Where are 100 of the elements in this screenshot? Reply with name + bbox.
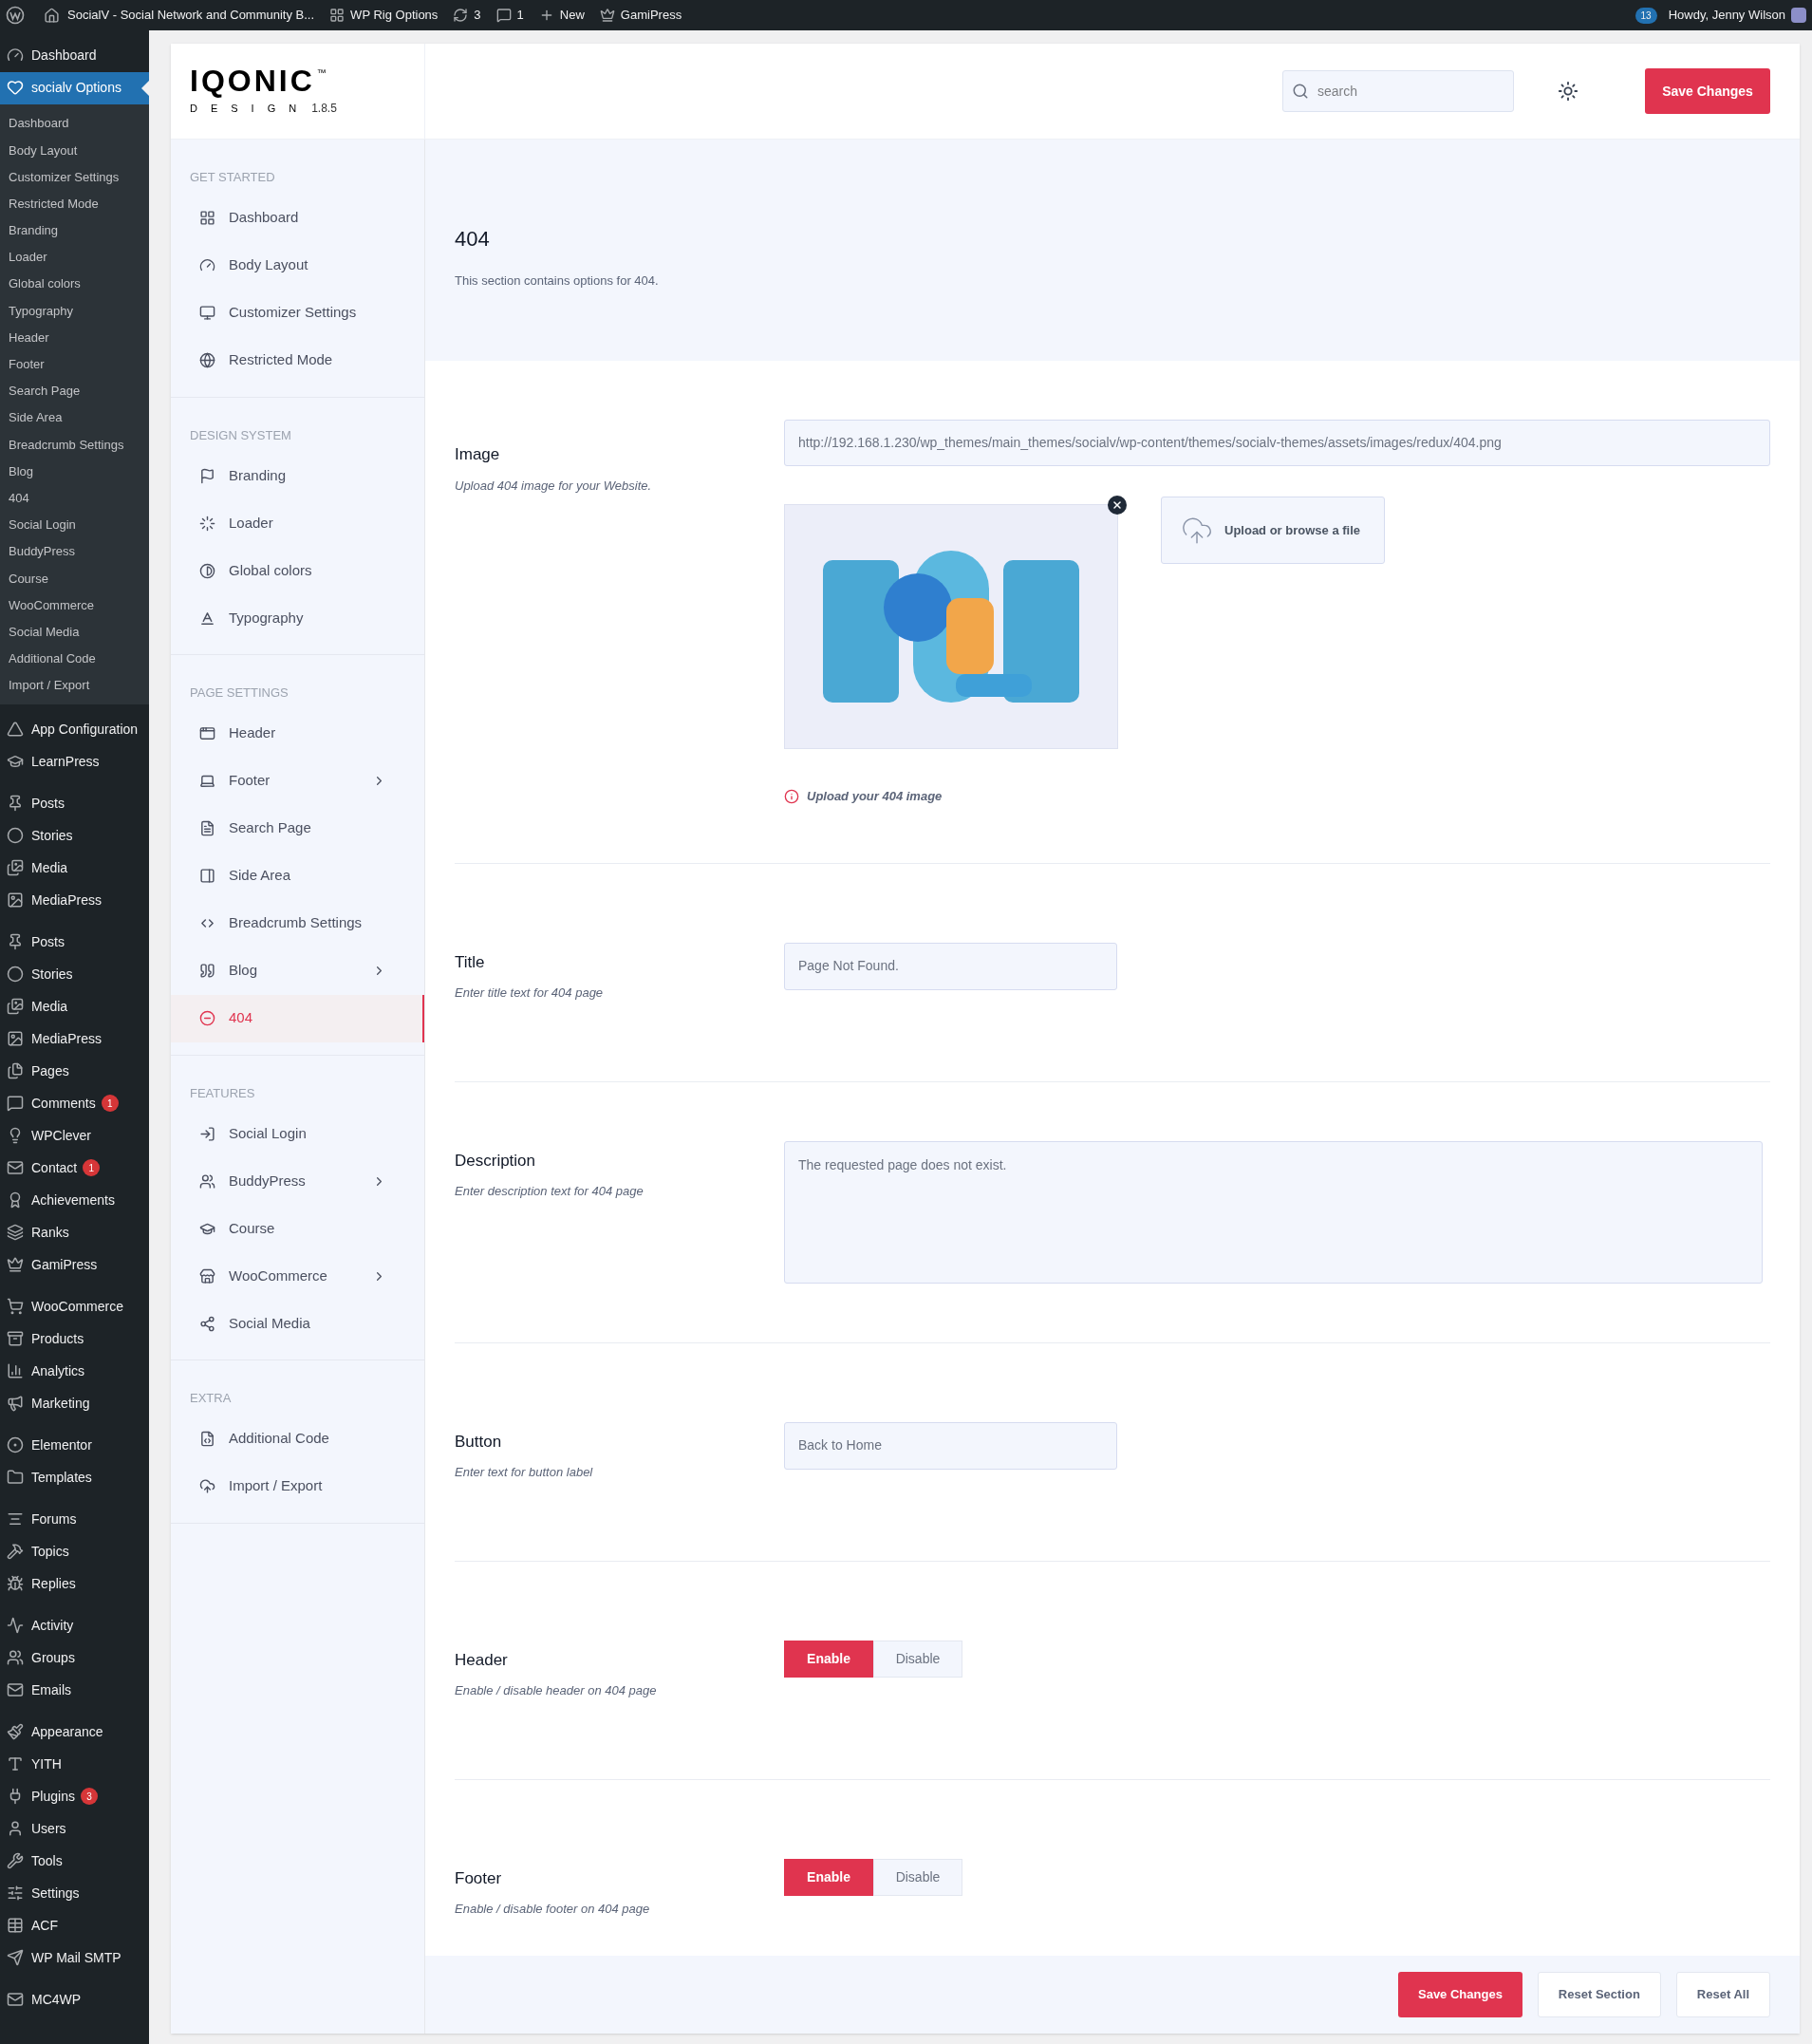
image-url-field[interactable]: http://192.168.1.230/wp_themes/main_themes/socialv/wp-content/themes/socialv-themes/assets/images/redux/404.png — [784, 420, 1770, 466]
admin-menu-item[interactable]: Replies — [0, 1568, 149, 1602]
toolbar-link[interactable]: WP Rig Options — [350, 6, 439, 25]
admin-menu-item[interactable]: Templates — [0, 1462, 149, 1495]
admin-menu-item[interactable]: WooCommerce — [0, 1291, 149, 1324]
admin-menu-item[interactable]: Posts — [0, 788, 149, 821]
admin-menu-item[interactable]: Pages — [0, 1056, 149, 1089]
submenu-item[interactable]: Social Media — [0, 618, 149, 646]
submenu-item[interactable]: BuddyPress — [0, 538, 149, 566]
admin-menu-item[interactable]: Users — [0, 1813, 149, 1847]
admin-menu-item[interactable]: WPClever — [0, 1120, 149, 1153]
nav-item[interactable]: Header — [171, 709, 424, 758]
nav-item[interactable]: Loader — [171, 499, 424, 547]
nav-item[interactable]: Dashboard — [171, 194, 424, 242]
admin-menu-item[interactable]: Analytics — [0, 1356, 149, 1389]
textarea-field[interactable]: The requested page does not exist. — [784, 1140, 1763, 1284]
nav-item[interactable]: Additional Code — [171, 1415, 424, 1463]
admin-menu-item[interactable]: Stories — [0, 959, 149, 992]
admin-menu-item[interactable]: Emails — [0, 1675, 149, 1708]
wordpress-logo-icon[interactable] — [6, 6, 25, 25]
submenu-item[interactable]: Social Login — [0, 511, 149, 538]
nav-item[interactable]: Social Login — [171, 1110, 424, 1157]
submenu-item[interactable]: Typography — [0, 297, 149, 325]
admin-menu-item[interactable]: LearnPress — [0, 746, 149, 779]
toolbar-link[interactable]: 1 — [516, 6, 524, 25]
toolbar-icon[interactable] — [599, 8, 615, 23]
toolbar-icon[interactable] — [329, 8, 346, 23]
toolbar-icon[interactable] — [495, 8, 512, 23]
admin-menu-item[interactable]: Topics — [0, 1536, 149, 1569]
toolbar-link[interactable]: New — [559, 6, 585, 25]
admin-menu-item[interactable]: Posts — [0, 927, 149, 960]
nav-item[interactable]: Restricted Mode — [171, 336, 424, 384]
admin-menu-item[interactable]: Contact 1 — [0, 1153, 149, 1186]
avatar[interactable] — [1791, 8, 1806, 23]
admin-menu-item[interactable]: Products — [0, 1323, 149, 1357]
theme-toggle-icon[interactable] — [1558, 81, 1578, 102]
save-button[interactable]: Save Changes — [1645, 68, 1770, 114]
admin-menu-item[interactable]: YITH — [0, 1749, 149, 1782]
admin-menu-item[interactable]: socialv Options — [0, 72, 149, 104]
text-field[interactable]: Back to Home — [784, 1421, 1117, 1470]
nav-item[interactable]: BuddyPress — [171, 1157, 424, 1205]
submenu-item[interactable]: Course — [0, 565, 149, 592]
admin-menu-item[interactable]: Activity — [0, 1610, 149, 1643]
notification-count[interactable]: 13 — [1635, 7, 1657, 24]
admin-menu-item[interactable]: Dashboard — [0, 40, 149, 72]
nav-item[interactable]: Branding — [171, 452, 424, 499]
nav-item[interactable]: WooCommerce — [171, 1252, 424, 1300]
nav-item[interactable]: Breadcrumb Settings — [171, 899, 424, 947]
site-title-link[interactable]: SocialV - Social Network and Community B... — [67, 6, 315, 25]
nav-item[interactable]: Footer — [171, 757, 424, 805]
submenu-item[interactable]: Blog — [0, 458, 149, 485]
admin-menu-item[interactable]: Stories — [0, 820, 149, 853]
admin-menu-item[interactable]: Settings — [0, 1878, 149, 1911]
reset-button[interactable]: Reset All — [1675, 1972, 1770, 2017]
nav-item[interactable]: Social Media — [171, 1300, 424, 1347]
admin-menu-item[interactable]: Tools — [0, 1846, 149, 1879]
toolbar-icon[interactable] — [453, 8, 469, 23]
submenu-item[interactable]: Search Page — [0, 377, 149, 405]
admin-menu-item[interactable]: Elementor — [0, 1430, 149, 1463]
submenu-item[interactable]: Breadcrumb Settings — [0, 431, 149, 459]
nav-item[interactable]: Typography — [171, 594, 424, 642]
nav-item[interactable]: Import / Export — [171, 1462, 424, 1510]
remove-image-button[interactable] — [1108, 496, 1127, 515]
submenu-item[interactable]: Side Area — [0, 404, 149, 432]
admin-menu-item[interactable]: GamiPress — [0, 1249, 149, 1283]
admin-menu-item[interactable]: ACF — [0, 1910, 149, 1943]
admin-menu-item[interactable]: Media — [0, 853, 149, 886]
nav-item[interactable]: Body Layout — [171, 241, 424, 290]
submenu-item[interactable]: Body Layout — [0, 137, 149, 164]
admin-menu-item[interactable]: WP Mail SMTP — [0, 1942, 149, 1976]
admin-menu-item[interactable]: Appearance — [0, 1716, 149, 1750]
submenu-item[interactable]: Customizer Settings — [0, 163, 149, 191]
save-button[interactable]: Save Changes — [1398, 1972, 1522, 2017]
admin-menu-item[interactable]: Media — [0, 991, 149, 1024]
admin-menu-item[interactable]: Achievements — [0, 1185, 149, 1218]
admin-menu-item[interactable]: Groups — [0, 1642, 149, 1676]
submenu-item[interactable]: WooCommerce — [0, 591, 149, 619]
upload-button[interactable]: Upload or browse a file — [1161, 497, 1385, 564]
submenu-item[interactable]: Branding — [0, 216, 149, 244]
toolbar-link[interactable]: 3 — [474, 6, 481, 25]
admin-menu-item[interactable]: MediaPress — [0, 885, 149, 918]
nav-item[interactable]: Search Page — [171, 804, 424, 853]
admin-menu-item[interactable]: Forums — [0, 1504, 149, 1537]
nav-item[interactable]: Blog — [171, 947, 424, 995]
admin-menu-item[interactable]: MediaPress — [0, 1023, 149, 1057]
search-field[interactable]: search — [1282, 70, 1514, 112]
text-field[interactable]: Page Not Found. — [784, 942, 1117, 990]
submenu-item[interactable]: Header — [0, 324, 149, 351]
reset-button[interactable]: Reset Section — [1537, 1972, 1661, 2017]
nav-item[interactable]: Customizer Settings — [171, 289, 424, 337]
admin-menu-item[interactable]: MC4WP — [0, 1984, 149, 2017]
submenu-item[interactable]: Additional Code — [0, 645, 149, 672]
nav-item[interactable]: Global colors — [171, 547, 424, 594]
nav-item[interactable]: Course — [171, 1205, 424, 1252]
nav-item[interactable]: 404 — [171, 994, 424, 1042]
nav-item[interactable]: Side Area — [171, 852, 424, 900]
toggle-option[interactable]: Enable — [784, 1858, 873, 1896]
admin-menu-item[interactable]: Comments 1 — [0, 1088, 149, 1121]
admin-menu-item[interactable]: Plugins 3 — [0, 1781, 149, 1814]
admin-menu-item[interactable]: Ranks — [0, 1217, 149, 1250]
